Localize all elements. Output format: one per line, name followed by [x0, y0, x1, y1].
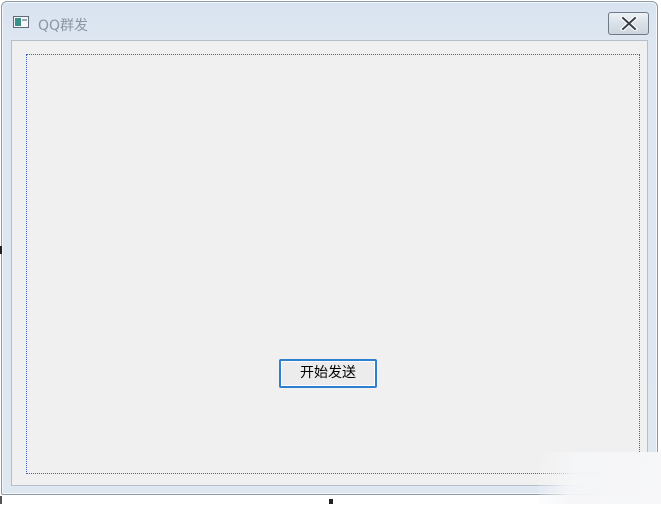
- start-send-button[interactable]: 开始发送: [279, 359, 377, 388]
- bottom-edge-mark: [329, 499, 333, 504]
- app-window-icon: [13, 16, 29, 28]
- close-icon: [620, 16, 638, 31]
- main-window: QQ群发 开始发送: [1, 1, 658, 495]
- client-area: 开始发送: [11, 40, 648, 486]
- window-title: QQ群发: [38, 18, 89, 34]
- bottom-left-edge-mark: [0, 496, 2, 504]
- title-bar[interactable]: QQ群发: [2, 2, 657, 40]
- content-group-box: 开始发送: [26, 54, 640, 474]
- left-edge-mark: [0, 246, 2, 254]
- blurred-region: [538, 452, 661, 504]
- close-button[interactable]: [608, 12, 649, 35]
